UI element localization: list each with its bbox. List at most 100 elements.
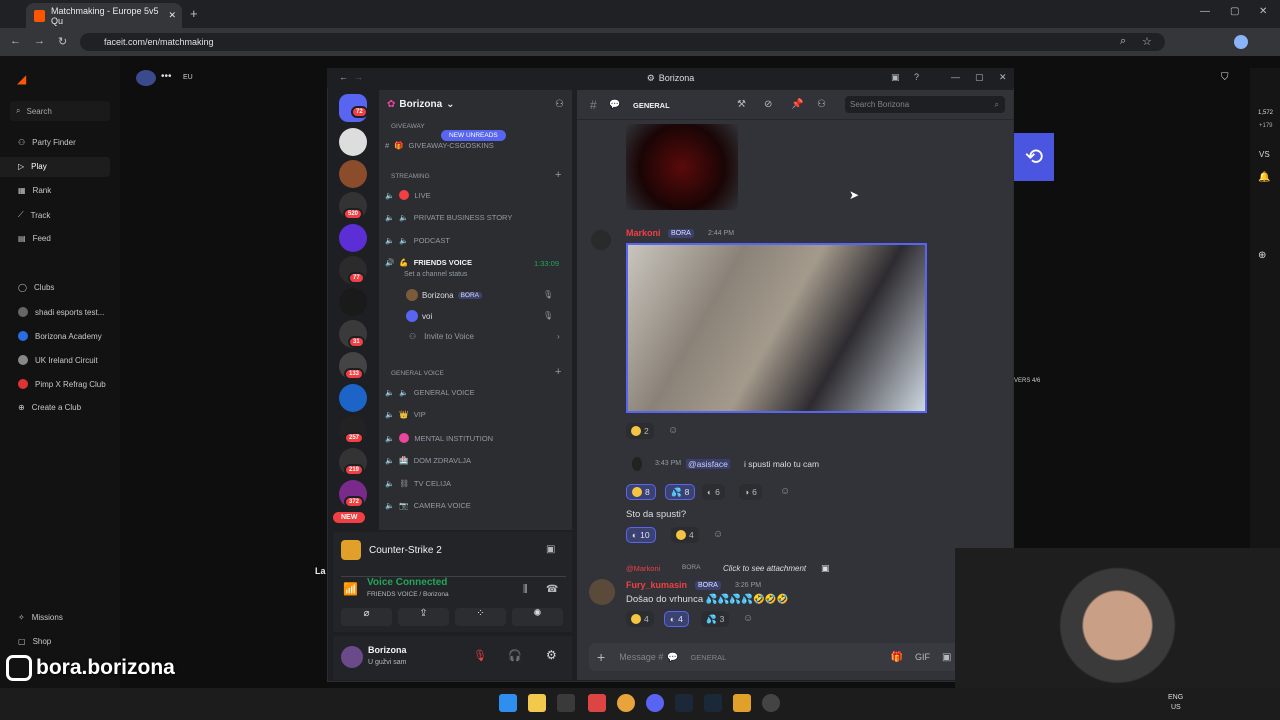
reaction[interactable]: 💦 8 [665, 484, 696, 500]
nav-track[interactable]: ⟋ Track [18, 210, 50, 220]
nav-clubs[interactable]: ◯ Clubs [18, 283, 54, 292]
steam-icon[interactable] [675, 694, 693, 712]
reaction[interactable]: ◐ 10 [626, 527, 656, 543]
add-reaction-icon[interactable]: ☺ [713, 529, 723, 540]
reaction[interactable]: 8 [626, 484, 656, 500]
soundboard-icon[interactable]: ✺ [512, 608, 563, 626]
stream-icon[interactable]: ▣ [546, 544, 555, 555]
reply-author[interactable]: @Markoni [626, 564, 660, 573]
attachment-image[interactable] [626, 243, 927, 413]
reply-preview[interactable]: Click to see attachment [723, 564, 806, 573]
zoom-icon[interactable]: ⌕ [1120, 35, 1126, 48]
avatar[interactable] [632, 457, 642, 471]
club-borizona[interactable]: Borizona Academy [18, 331, 102, 341]
chrome-icon[interactable] [617, 694, 635, 712]
add-reaction-icon[interactable]: ☺ [780, 486, 790, 497]
nav-play[interactable]: ▷ Play [18, 162, 47, 171]
message-composer[interactable]: + Message # 💬 GENERAL 🎁 GIF ▣ ☺ ⁘ [589, 643, 1002, 671]
nav-party-finder[interactable]: ⚇ Party Finder [18, 138, 76, 147]
category-streaming[interactable]: STREAMING [391, 173, 430, 180]
vs-badge[interactable]: VS [1259, 150, 1270, 159]
forward-icon[interactable]: → [34, 35, 45, 47]
user-name[interactable]: Borizona [368, 645, 407, 655]
channel-mental[interactable]: 🔈 MENTAL INSTITUTION [385, 433, 493, 443]
app-icon[interactable] [557, 694, 575, 712]
add-attachment-icon[interactable]: + [597, 649, 605, 665]
camera-off-icon[interactable]: ⌀ [341, 608, 392, 626]
voice-channel-name[interactable]: FRIENDS VOICE / Borizona [367, 591, 449, 598]
server-header[interactable]: ✿ Borizona ⌄ [387, 99, 455, 110]
avatar[interactable] [341, 646, 363, 668]
channel-general-voice[interactable]: 🔈 🔈 GENERAL VOICE [385, 388, 475, 397]
channel-dom[interactable]: 🔈 🏥 DOM ZDRAVLJA [385, 456, 471, 465]
previous-attachment-image[interactable] [626, 124, 738, 210]
add-channel-icon[interactable]: + [555, 366, 561, 378]
profile-avatar[interactable] [1234, 35, 1248, 49]
minimize-icon[interactable]: — [1200, 6, 1210, 17]
url-field[interactable]: faceit.com/en/matchmaking [80, 33, 1165, 51]
add-channel-icon[interactable]: + [555, 169, 561, 181]
nav-shop[interactable]: ▢ Shop [18, 637, 51, 646]
new-servers-pill[interactable]: NEW [333, 512, 366, 523]
app-icon[interactable] [588, 694, 606, 712]
new-unreads-pill[interactable]: NEW UNREADS [441, 130, 506, 141]
discord-icon[interactable] [646, 694, 664, 712]
bell-icon[interactable]: 🔔 [1258, 172, 1270, 183]
avatar[interactable] [591, 230, 611, 250]
voice-user-borizona[interactable]: Borizona BORA [406, 289, 482, 301]
noise-suppression-icon[interactable]: ⫼ [523, 584, 528, 595]
invite-to-voice[interactable]: ⚇ Invite to Voice [409, 332, 474, 341]
nav-missions[interactable]: ✧ Missions [18, 613, 63, 622]
server-icon[interactable] [339, 160, 367, 188]
club-uk[interactable]: UK Ireland Circuit [18, 355, 98, 365]
new-tab-icon[interactable]: + [190, 6, 198, 21]
message-author[interactable]: Fury_kumasin [626, 580, 687, 590]
close-window-icon[interactable]: ✕ [1259, 6, 1267, 17]
server-icon[interactable] [339, 384, 367, 412]
close-icon[interactable]: ✕ [999, 72, 1007, 83]
plus-circle-icon[interactable]: ⊕ [1258, 250, 1266, 261]
activities-icon[interactable]: ⁘ [455, 608, 506, 626]
add-reaction-icon[interactable]: ☺ [668, 425, 678, 436]
minimize-icon[interactable]: — [951, 72, 960, 82]
sticker-icon[interactable]: ▣ [942, 652, 951, 663]
reaction[interactable]: ◐ 4 [664, 611, 689, 627]
gift-icon[interactable]: 🎁 [890, 652, 902, 663]
file-explorer-icon[interactable] [528, 694, 546, 712]
notifications-muted-icon[interactable]: ⊘ [764, 99, 772, 110]
server-icon[interactable] [339, 288, 367, 316]
reaction[interactable]: ◐ 6 [702, 484, 725, 500]
reaction[interactable]: ◑ 6 [739, 484, 762, 500]
search-input[interactable]: Search Borizona ⌕ [845, 96, 1005, 113]
settings-gear-icon[interactable]: ⚙ [546, 648, 557, 662]
shield-icon[interactable]: ⛉ [1221, 72, 1229, 83]
maximize-icon[interactable]: ▢ [1230, 6, 1239, 17]
steam-icon[interactable] [704, 694, 722, 712]
create-club[interactable]: ⊕ Create a Club [18, 403, 81, 412]
voice-status[interactable]: Voice Connected [367, 577, 447, 588]
member-list-icon[interactable]: ⚇ [817, 99, 826, 110]
close-tab-icon[interactable]: ✕ [168, 10, 176, 21]
inbox-icon[interactable]: ▣ [891, 72, 900, 83]
disconnect-icon[interactable]: ☎ [546, 584, 558, 595]
club-pimp[interactable]: Pimp X Refrag Club [18, 379, 106, 389]
threads-icon[interactable]: ⚒ [737, 99, 746, 110]
channel-giveaway[interactable]: # 🎁 GIVEAWAY-CSGOSKINS [385, 141, 494, 150]
club-shadi[interactable]: shadi esports test... [18, 307, 104, 317]
user-mention[interactable]: @asisface [686, 459, 730, 469]
org-avatar[interactable] [136, 70, 156, 86]
avatar[interactable] [589, 579, 615, 605]
channel-friends-voice[interactable]: 🔊 💪 FRIENDS VOICE [385, 258, 472, 267]
activity-row[interactable]: Counter-Strike 2 [341, 540, 442, 560]
discord-overlay-icon[interactable]: ⟲ [1014, 133, 1054, 181]
faceit-search[interactable]: ⌕ Search [10, 101, 110, 121]
cs2-icon[interactable] [733, 694, 751, 712]
back-arrow-icon[interactable]: ← [339, 72, 348, 82]
set-status-link[interactable]: Set a channel status [404, 271, 467, 278]
channel-tv[interactable]: 🔈 ⛓ TV CELIJA [385, 479, 451, 488]
nav-feed[interactable]: ▤ Feed [18, 234, 51, 243]
channel-private-business[interactable]: 🔈 🔈 PRIVATE BUSINESS STORY [385, 213, 512, 222]
category-giveaway[interactable]: GIVEAWAY [391, 123, 425, 130]
server-icon[interactable] [339, 224, 367, 252]
reaction[interactable]: 💦 3 [701, 611, 730, 627]
